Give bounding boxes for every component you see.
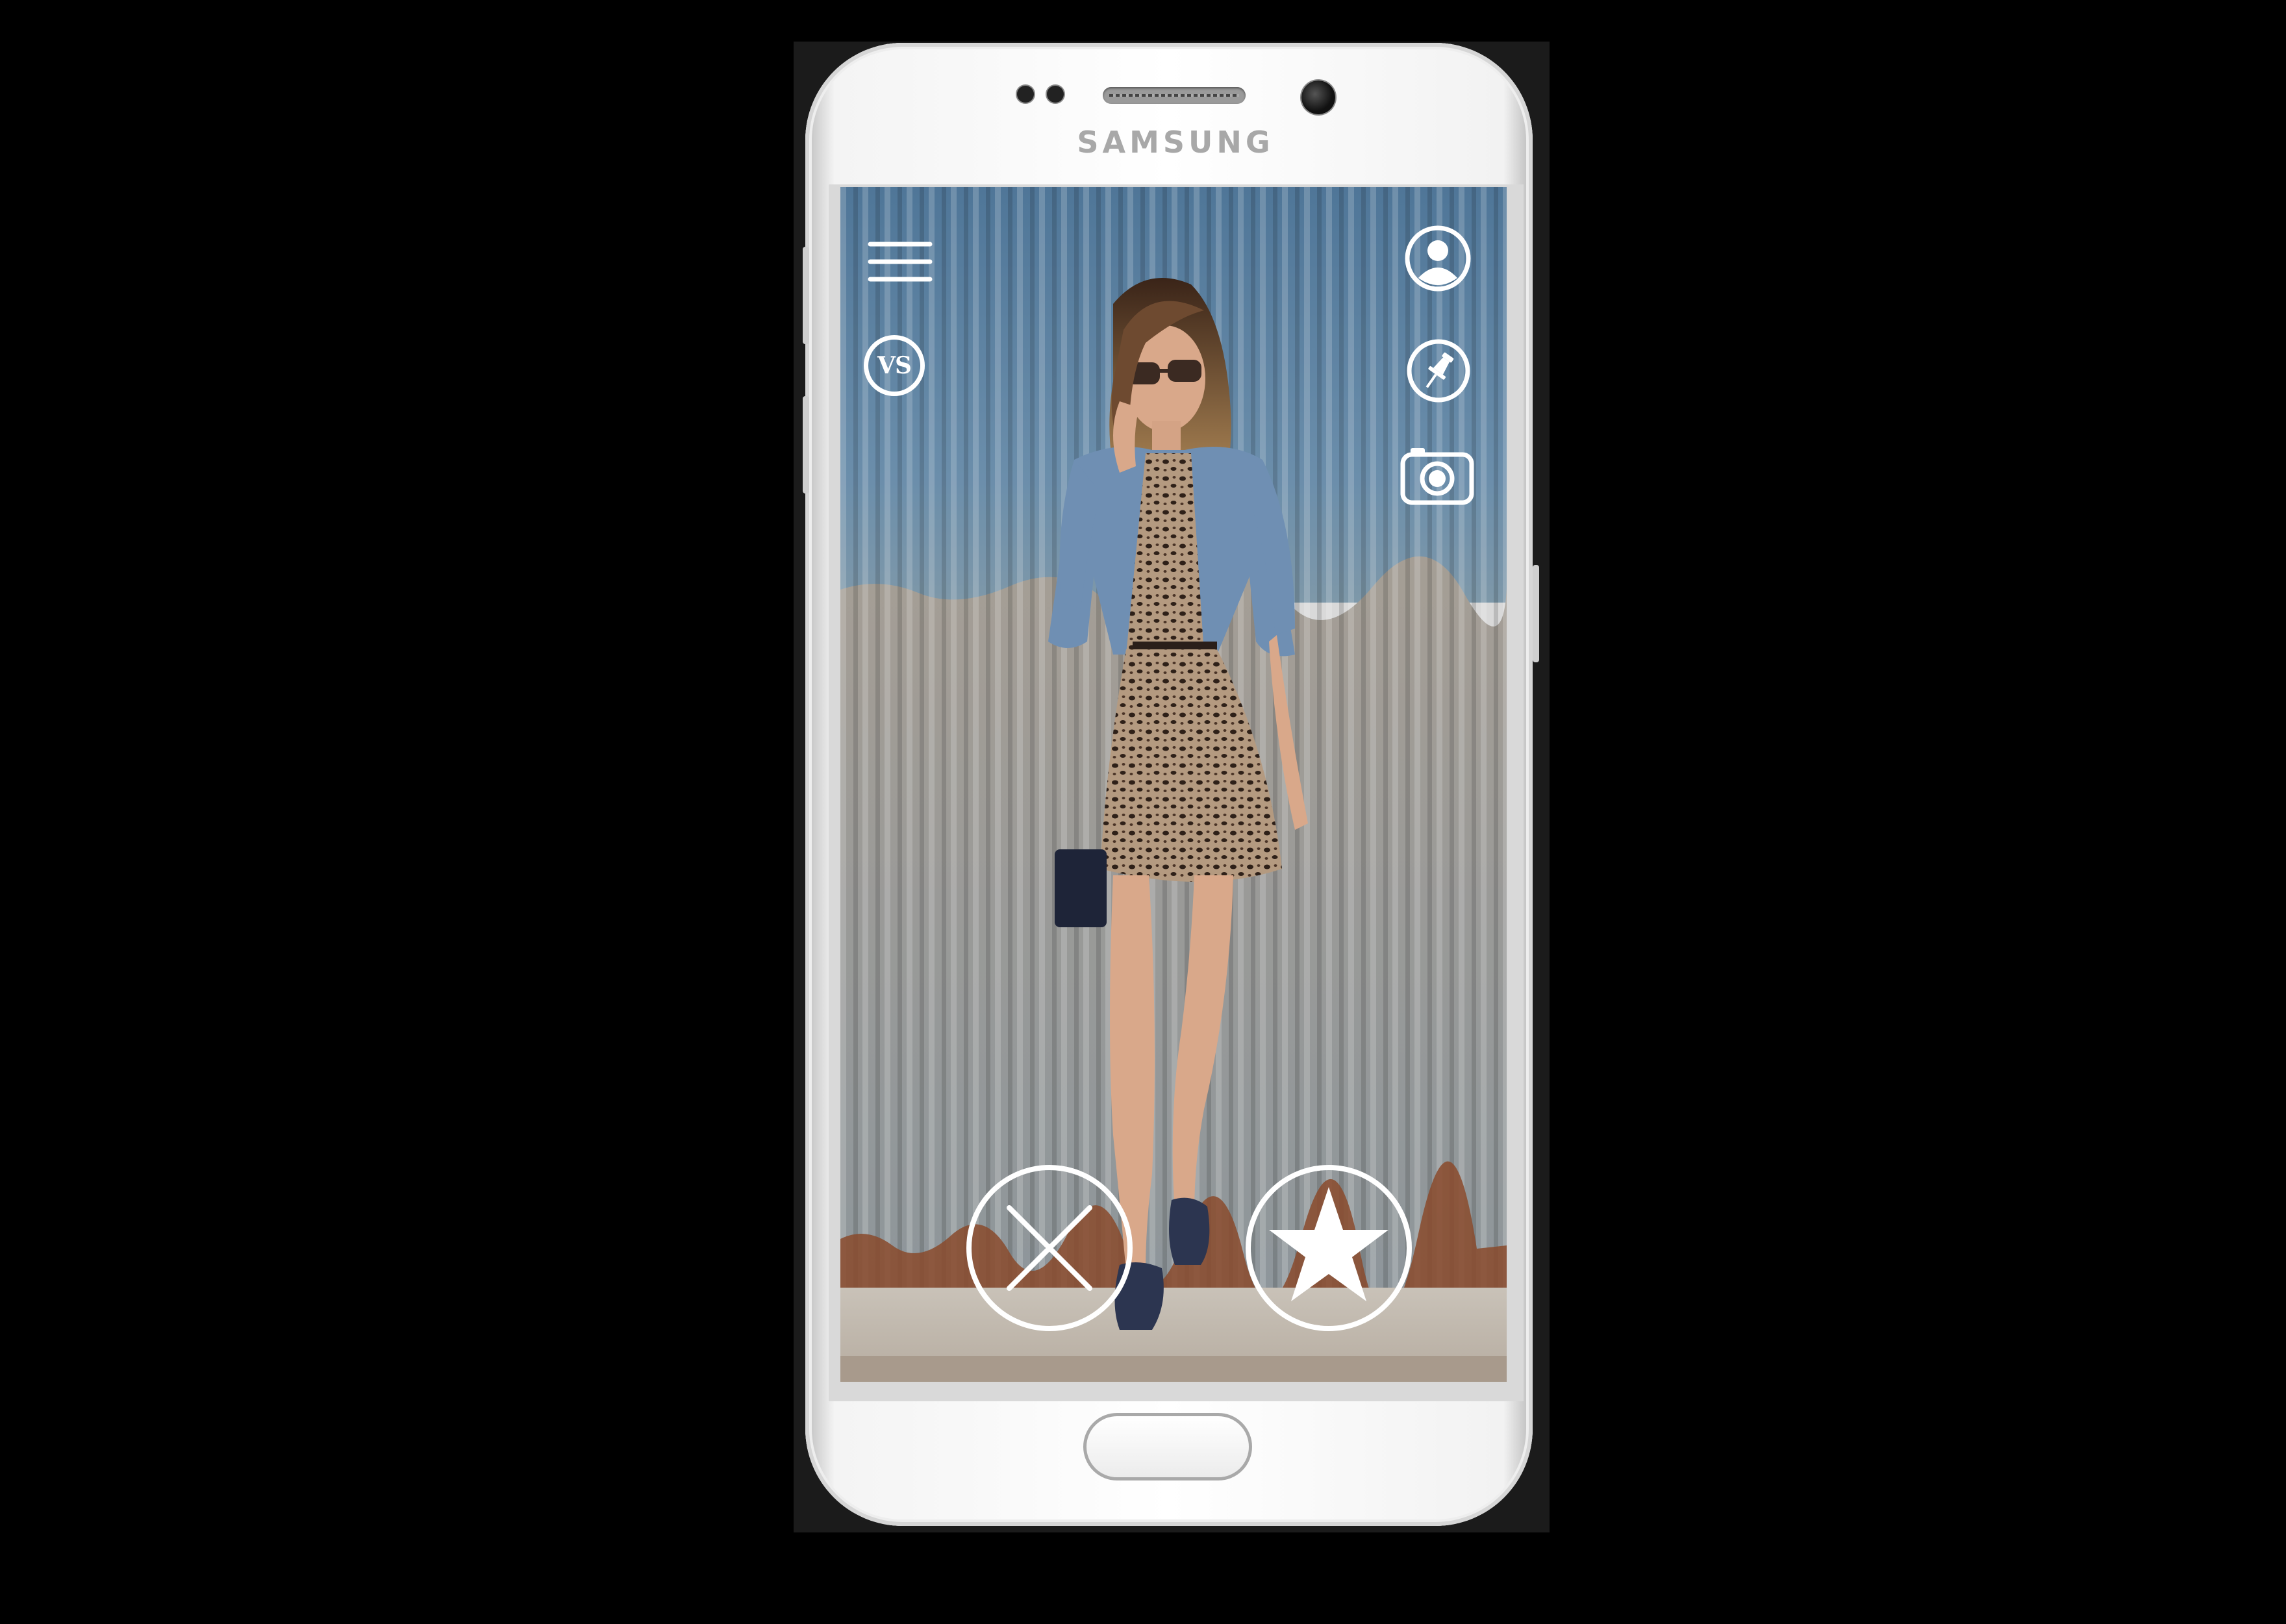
versus-label: VS — [877, 352, 912, 379]
volume-up-key — [803, 247, 809, 344]
app-screen: VS — [840, 187, 1507, 1382]
volume-down-key — [803, 396, 809, 493]
home-button[interactable] — [1083, 1413, 1252, 1480]
star-icon — [1269, 1187, 1388, 1301]
brand-logo: SAMSUNG — [1077, 125, 1274, 160]
front-camera — [1301, 81, 1335, 114]
push-pin-icon[interactable] — [1405, 338, 1472, 404]
favorite-button[interactable] — [1244, 1164, 1413, 1332]
proximity-sensor — [1017, 86, 1034, 103]
close-x-icon — [1007, 1205, 1092, 1291]
earpiece-speaker — [1103, 87, 1246, 104]
dislike-button[interactable] — [965, 1164, 1134, 1332]
camera-icon[interactable] — [1399, 444, 1476, 506]
hamburger-menu-icon[interactable] — [868, 239, 933, 284]
light-sensor — [1047, 86, 1064, 103]
versus-button[interactable]: VS — [864, 335, 925, 396]
power-key — [1533, 565, 1539, 662]
user-profile-icon[interactable] — [1404, 225, 1472, 292]
